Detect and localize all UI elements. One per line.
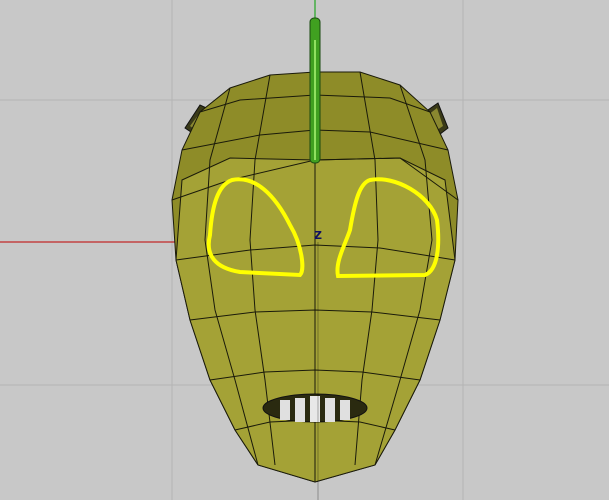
antenna — [309, 17, 321, 164]
mouth — [262, 393, 368, 423]
viewport-canvas[interactable] — [0, 0, 609, 500]
z-axis-label: Z — [314, 229, 322, 242]
3d-viewport[interactable]: Z — [0, 0, 609, 500]
